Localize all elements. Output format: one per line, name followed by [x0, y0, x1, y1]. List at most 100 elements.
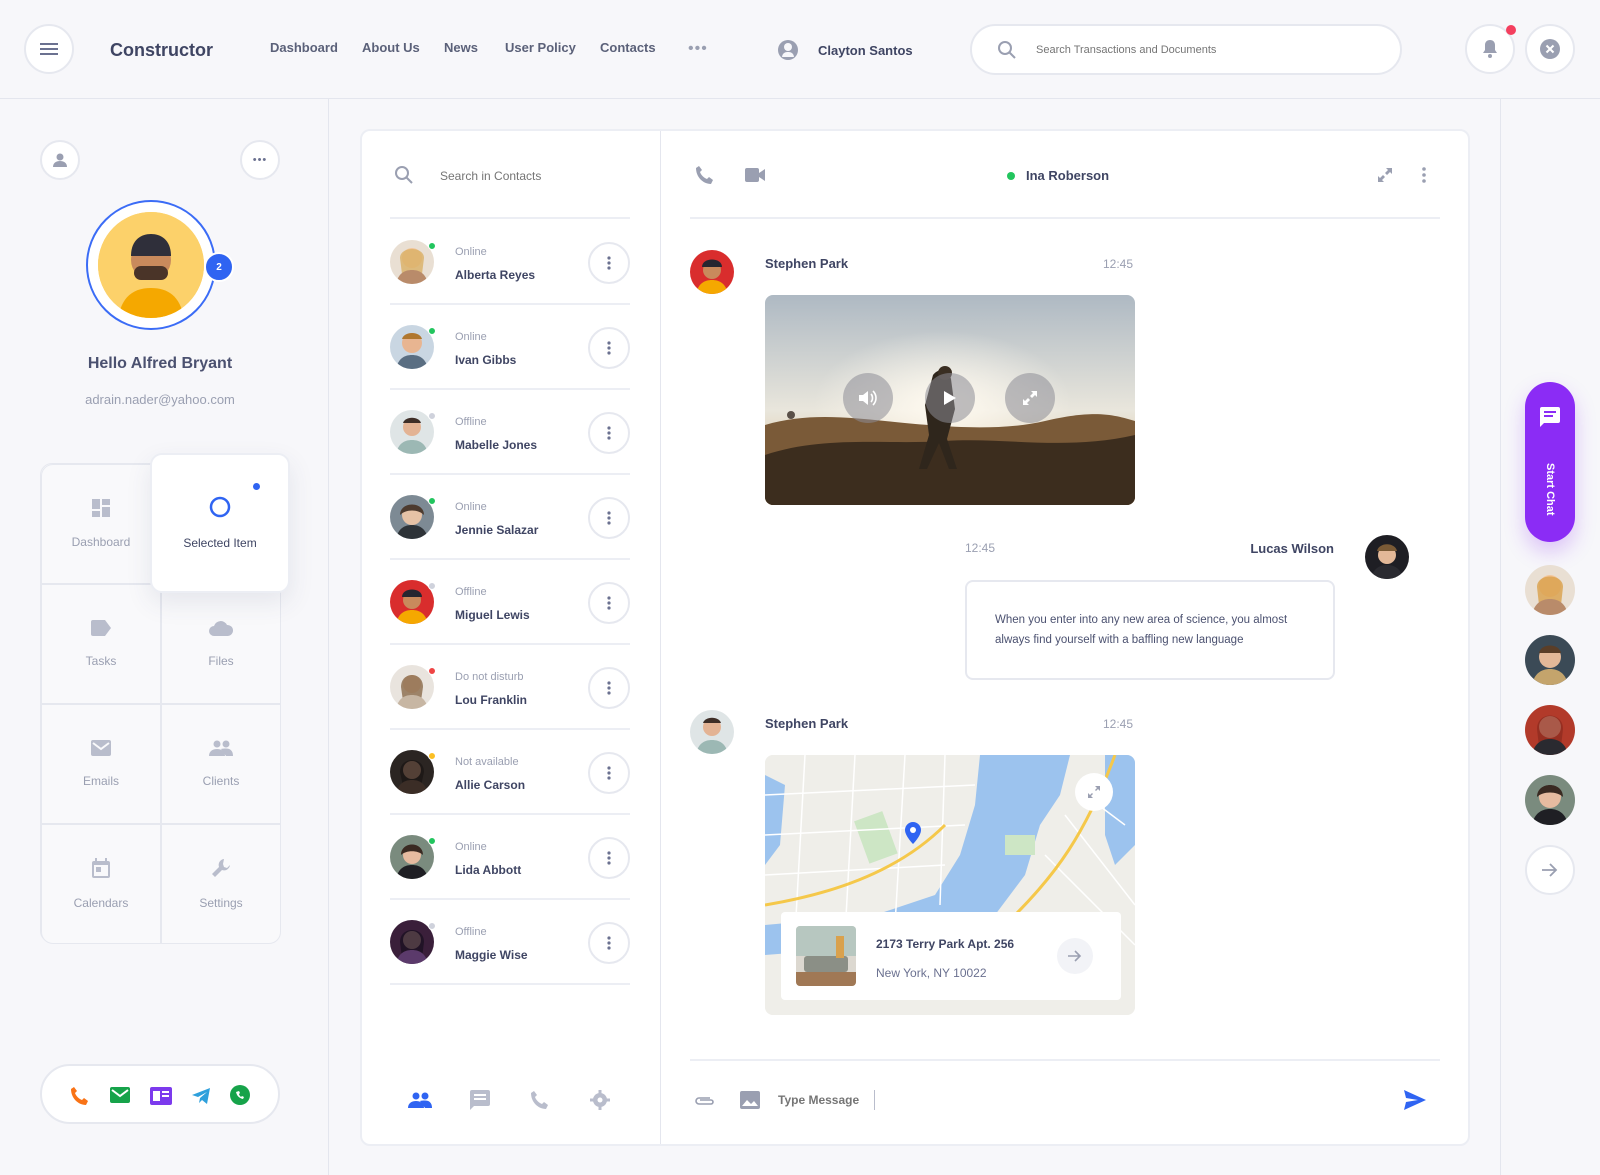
quick-contact-avatar[interactable] [1525, 565, 1575, 615]
telegram-icon[interactable] [192, 1088, 210, 1104]
stephen-avatar-2 [690, 710, 734, 754]
menu-emails[interactable]: Emails [41, 704, 161, 824]
image-icon[interactable] [740, 1091, 760, 1109]
play-button[interactable] [925, 373, 975, 423]
nav-contacts[interactable]: Contacts [600, 40, 656, 55]
menu-tasks[interactable]: Tasks [41, 584, 161, 704]
nav-user-policy[interactable]: User Policy [505, 40, 576, 55]
volume-button[interactable] [843, 373, 893, 423]
contact-status: Online [455, 841, 487, 853]
contact-more-button[interactable] [588, 667, 630, 709]
profile-button[interactable] [40, 140, 80, 180]
message-sender: Lucas Wilson [1250, 541, 1334, 556]
menu-tasks-label: Tasks [85, 654, 117, 668]
news-icon[interactable] [150, 1087, 172, 1105]
quick-contact-avatar[interactable] [1525, 705, 1575, 755]
more-vertical-icon [607, 341, 611, 355]
map-message[interactable]: 2173 Terry Park Apt. 256 New York, NY 10… [765, 755, 1135, 1015]
calls-tab-icon[interactable] [530, 1090, 550, 1110]
contact-item[interactable]: Offline Mabelle Jones [390, 390, 630, 475]
contact-item[interactable]: Not available Allie Carson [390, 730, 630, 815]
expand-icon[interactable] [1378, 168, 1392, 182]
profile-avatar-ring: 2 [86, 200, 234, 330]
contact-status: Not available [455, 756, 519, 768]
status-dot [428, 667, 436, 675]
menu-dashboard-label: Dashboard [71, 535, 131, 549]
volume-icon [859, 390, 877, 406]
menu-button[interactable] [24, 24, 74, 74]
contacts-tab-icon[interactable] [408, 1092, 432, 1108]
start-chat-label: Start Chat [1544, 463, 1556, 516]
status-dot [428, 582, 436, 590]
contact-more-button[interactable] [588, 752, 630, 794]
more-vertical-icon [607, 511, 611, 525]
menu-calendars[interactable]: Calendars [41, 824, 161, 944]
contact-name: Alberta Reyes [455, 268, 536, 282]
contact-item[interactable]: Offline Maggie Wise [390, 900, 630, 985]
global-search-input[interactable] [1036, 40, 1376, 60]
menu-settings[interactable]: Settings [161, 824, 281, 944]
send-icon[interactable] [1404, 1090, 1426, 1110]
status-dot [428, 242, 436, 250]
contact-item[interactable]: Online Alberta Reyes [390, 220, 630, 305]
mail-social-icon[interactable] [110, 1087, 130, 1103]
chat-tab-icon[interactable] [470, 1090, 490, 1110]
contacts-search-divider [390, 217, 630, 219]
circle-icon [209, 496, 231, 518]
contact-name: Ivan Gibbs [455, 353, 517, 367]
menu-files-label: Files [208, 654, 234, 668]
contact-more-button[interactable] [588, 412, 630, 454]
brand-title: Constructor [110, 40, 213, 60]
contact-item[interactable]: Online Lida Abbott [390, 815, 630, 900]
message-input[interactable] [778, 1090, 978, 1110]
close-button[interactable] [1525, 24, 1575, 74]
menu-clients[interactable]: Clients [161, 704, 281, 824]
contact-more-button[interactable] [588, 582, 630, 624]
address-card[interactable]: 2173 Terry Park Apt. 256 New York, NY 10… [781, 912, 1121, 1000]
header-user-name[interactable]: Clayton Santos [818, 43, 913, 58]
partner-online-dot [1007, 172, 1015, 180]
status-dot [428, 922, 436, 930]
menu-selected-item[interactable]: Selected Item [150, 453, 290, 593]
menu-dashboard[interactable]: Dashboard [41, 464, 161, 584]
video-message[interactable] [765, 295, 1135, 505]
nav-more-icon[interactable]: ••• [688, 40, 708, 58]
contacts-search-input[interactable] [440, 166, 620, 186]
settings-tab-icon[interactable] [590, 1090, 610, 1110]
video-call-icon[interactable] [745, 168, 765, 182]
nav-about-us[interactable]: About Us [362, 40, 420, 55]
nav-news[interactable]: News [444, 40, 478, 55]
fullscreen-button[interactable] [1005, 373, 1055, 423]
contact-more-button[interactable] [588, 922, 630, 964]
contact-more-button[interactable] [588, 837, 630, 879]
more-vertical-icon [607, 426, 611, 440]
call-icon[interactable] [695, 165, 715, 185]
quick-contact-avatar[interactable] [1525, 775, 1575, 825]
nav-dashboard[interactable]: Dashboard [270, 40, 338, 55]
chat-header-divider [690, 217, 1440, 219]
contact-item[interactable]: Online Ivan Gibbs [390, 305, 630, 390]
location-photo [796, 926, 856, 986]
directions-button[interactable] [1057, 938, 1093, 974]
contact-item[interactable]: Do not disturb Lou Franklin [390, 645, 630, 730]
menu-files[interactable]: Files [161, 584, 281, 704]
chat-more-icon[interactable] [1422, 167, 1426, 183]
contact-status: Offline [455, 416, 487, 428]
contact-more-button[interactable] [588, 327, 630, 369]
map-expand-button[interactable] [1075, 773, 1113, 811]
contact-item[interactable]: Online Jennie Salazar [390, 475, 630, 560]
stephen-avatar [690, 250, 734, 294]
contact-more-button[interactable] [588, 497, 630, 539]
global-search[interactable] [970, 24, 1402, 75]
contact-item[interactable]: Offline Miguel Lewis [390, 560, 630, 645]
start-chat-button[interactable]: Start Chat [1525, 382, 1575, 542]
attach-icon[interactable] [694, 1096, 716, 1106]
quick-contact-avatar[interactable] [1525, 635, 1575, 685]
whatsapp-icon[interactable] [230, 1085, 250, 1105]
profile-more-button[interactable]: ••• [240, 140, 280, 180]
phone-icon[interactable] [70, 1086, 90, 1106]
label-icon [91, 620, 111, 636]
contact-name: Lida Abbott [455, 863, 522, 877]
contact-more-button[interactable] [588, 242, 630, 284]
more-contacts-button[interactable] [1525, 845, 1575, 895]
